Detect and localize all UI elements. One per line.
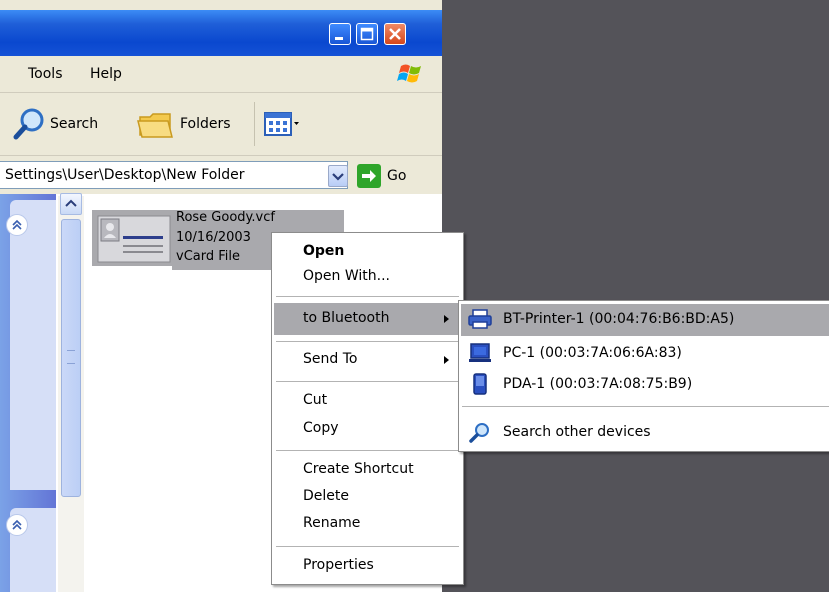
printer-icon [468, 309, 492, 329]
menu-item-open[interactable]: Open [303, 243, 344, 259]
chevron-down-icon [332, 173, 344, 181]
pda-icon [473, 373, 487, 395]
search-label: Search [50, 116, 99, 132]
file-type: vCard File [176, 249, 240, 264]
maximize-button[interactable] [356, 23, 378, 45]
address-text: Settings\User\Desktop\New Folder [5, 167, 245, 183]
submenu-separator [462, 406, 829, 407]
close-button[interactable] [384, 23, 406, 45]
submenu-arrow-icon [444, 356, 449, 364]
scroll-up-button[interactable] [60, 193, 82, 215]
menu-item-cut[interactable]: Cut [303, 392, 327, 408]
task-group [10, 200, 56, 490]
menu-item-copy[interactable]: Copy [303, 420, 339, 436]
context-menu [271, 232, 464, 585]
vcard-icon [97, 215, 171, 263]
menu-tools[interactable]: Tools [24, 56, 67, 92]
search-button[interactable]: Search [12, 93, 98, 155]
file-date: 10/16/2003 [176, 230, 251, 245]
menu-separator [276, 296, 459, 297]
folders-button[interactable]: Folders [136, 93, 231, 155]
scroll-grip [67, 350, 75, 364]
menu-item-create-shortcut[interactable]: Create Shortcut [303, 461, 414, 477]
go-label: Go [387, 168, 407, 184]
minimize-button[interactable] [329, 23, 351, 45]
menu-item-to-bluetooth[interactable]: to Bluetooth [303, 310, 389, 326]
close-icon [389, 28, 401, 40]
device-pda[interactable]: PDA-1 (00:03:7A:08:75:B9) [503, 376, 692, 392]
chevron-up-icon [65, 199, 77, 207]
submenu-arrow-icon [444, 315, 449, 323]
minimize-icon [335, 37, 343, 40]
toolbar-separator [254, 102, 255, 146]
desktop-background [442, 0, 829, 592]
folders-label: Folders [180, 116, 231, 132]
views-button[interactable] [264, 93, 304, 155]
maximize-icon [360, 27, 374, 41]
menu-item-open-with[interactable]: Open With... [303, 268, 390, 284]
device-pc[interactable]: PC-1 (00:03:7A:06:6A:83) [503, 345, 682, 361]
computer-icon [469, 343, 491, 362]
collapse-chevron-icon[interactable] [6, 514, 28, 536]
menu-separator [276, 546, 459, 547]
address-dropdown-button[interactable] [328, 165, 348, 187]
collapse-chevron-icon[interactable] [6, 214, 28, 236]
search-other-devices[interactable]: Search other devices [503, 424, 651, 440]
views-icon [264, 112, 299, 136]
menu-item-delete[interactable]: Delete [303, 488, 349, 504]
menu-item-rename[interactable]: Rename [303, 515, 360, 531]
menu-item-properties[interactable]: Properties [303, 557, 374, 573]
menu-help[interactable]: Help [86, 56, 126, 92]
menu-separator [276, 450, 459, 451]
address-field[interactable]: Settings\User\Desktop\New Folder [0, 161, 348, 189]
go-button[interactable]: Go [357, 162, 406, 190]
file-name: Rose Goody.vcf [176, 210, 275, 225]
menu-separator [276, 381, 459, 382]
go-arrow-icon [357, 164, 381, 188]
search-icon [13, 108, 44, 140]
menu-separator [276, 341, 459, 342]
folders-icon [137, 113, 173, 138]
windows-logo-icon [397, 64, 421, 83]
device-bt-printer[interactable]: BT-Printer-1 (00:04:76:B6:BD:A5) [503, 311, 734, 327]
search-icon [469, 423, 489, 443]
menu-item-send-to[interactable]: Send To [303, 351, 357, 367]
